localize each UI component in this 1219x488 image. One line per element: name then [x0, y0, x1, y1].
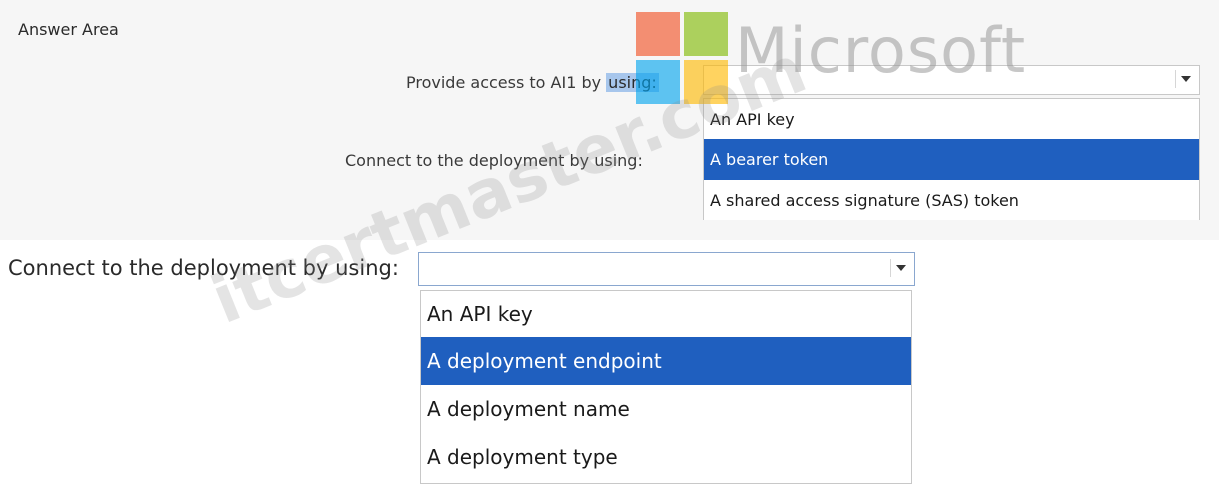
q3-dropdown-arrow-icon[interactable] [890, 259, 910, 277]
q3-option-3[interactable]: A deployment type [421, 433, 911, 481]
q3-option-1[interactable]: A deployment endpoint [421, 337, 911, 385]
q1-dropdown-arrow-icon[interactable] [1175, 70, 1195, 88]
q1-label: Provide access to AI1 by using: [406, 73, 659, 92]
logo-square-red [636, 12, 680, 56]
q3-option-0[interactable]: An API key [421, 291, 911, 337]
q1-label-prefix: Provide access to AI1 by [406, 73, 607, 92]
q3-select[interactable] [418, 252, 915, 286]
logo-square-green [684, 12, 728, 56]
q2-option-1[interactable]: A bearer token [704, 139, 1199, 180]
answer-area-heading: Answer Area [18, 20, 119, 39]
q3-options-list: An API key A deployment endpoint A deplo… [420, 290, 912, 484]
q3-option-2[interactable]: A deployment name [421, 385, 911, 433]
q2-option-2[interactable]: A shared access signature (SAS) token [704, 180, 1199, 220]
